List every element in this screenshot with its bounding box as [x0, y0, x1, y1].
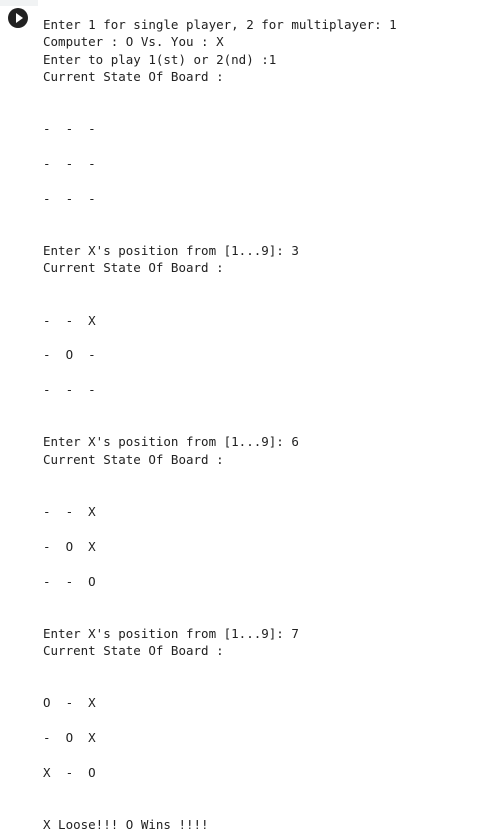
output-line: O - X [43, 695, 96, 711]
output-line: - - - [43, 190, 96, 206]
code-cell: Enter 1 for single player, 2 for multipl… [0, 0, 485, 834]
cell-top-border [0, 0, 38, 6]
cell-output: Enter 1 for single player, 2 for multipl… [43, 16, 479, 833]
output-line: X - O [43, 764, 96, 780]
output-line: - O X [43, 538, 96, 554]
output-line: Current State Of Board : [43, 643, 224, 659]
run-cell-button[interactable] [8, 8, 28, 28]
output-line: - - - [43, 156, 96, 172]
output-line: Enter X's position from [1...9]: 3 [43, 243, 299, 259]
output-line: - - O [43, 573, 96, 589]
output-line: Current State Of Board : [43, 69, 224, 85]
output-line: Current State Of Board : [43, 451, 224, 467]
output-line: - O - [43, 347, 96, 363]
output-line: X Loose!!! O Wins !!!! [43, 816, 209, 832]
output-line: Enter X's position from [1...9]: 6 [43, 434, 299, 450]
output-line: - - - [43, 121, 96, 137]
output-line: Current State Of Board : [43, 260, 224, 276]
output-line: - - X [43, 503, 96, 519]
output-line: Enter X's position from [1...9]: 7 [43, 625, 299, 641]
play-icon [16, 13, 23, 23]
output-line: Enter 1 for single player, 2 for multipl… [43, 17, 397, 32]
output-line: Computer : O Vs. You : X [43, 34, 224, 50]
output-line: Enter to play 1(st) or 2(nd) :1 [43, 51, 277, 67]
output-line: - - X [43, 312, 96, 328]
output-line: - O X [43, 730, 96, 746]
output-line: - - - [43, 382, 96, 398]
